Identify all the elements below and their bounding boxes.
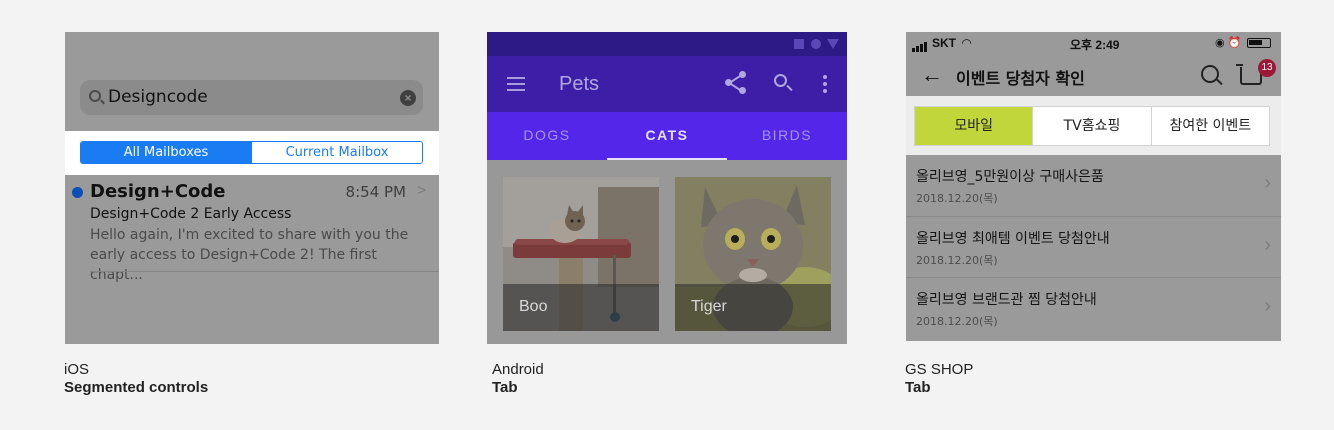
ios-caption: iOS Segmented controls (64, 361, 208, 397)
mail-preview-line: early access to Design+Code 2! The first… (90, 247, 377, 283)
tab-dogs[interactable]: DOGS (487, 112, 607, 160)
search-icon[interactable] (774, 74, 787, 87)
chevron-right-icon: › (1264, 295, 1271, 317)
caption-component: Tab (492, 379, 518, 396)
more-vert-icon[interactable] (823, 75, 827, 96)
mail-preview-line: Hello again, I'm excited to share with y… (90, 227, 409, 243)
gs-shop-screen: SKT ◠ 오후 2:49 ◉ ⏰ ← 이벤트 당첨자 확인 13 모바일 TV… (906, 32, 1281, 341)
caption-platform: GS SHOP (905, 361, 974, 378)
mail-preview: Hello again, I'm excited to share with y… (90, 225, 425, 285)
status-bar (487, 32, 847, 56)
tab-mobile[interactable]: 모바일 (915, 107, 1033, 145)
gs-caption: GS SHOP Tab (905, 361, 973, 397)
back-triangle-icon (827, 39, 839, 49)
mail-subject: Design+Code 2 Early Access (90, 206, 292, 222)
caption-platform: iOS (64, 361, 90, 378)
menu-icon[interactable] (507, 77, 525, 91)
tab-bar: DOGS CATS BIRDS (487, 112, 847, 160)
app-bar: Pets (487, 56, 847, 112)
tab-birds[interactable]: BIRDS (727, 112, 847, 160)
list-item[interactable]: 올리브영 브랜드관 찜 당첨안내 2018.12.20(목) › (906, 277, 1281, 338)
segmented-control-bar: All Mailboxes Current Mailbox (65, 131, 439, 175)
back-arrow-icon[interactable]: ← (921, 64, 943, 86)
card-label: Tiger (675, 284, 831, 331)
home-icon (811, 39, 821, 49)
card-title: Tiger (691, 298, 727, 315)
chevron-right-icon: › (1264, 172, 1271, 194)
list-item[interactable]: 올리브영_5만원이상 구매사은품 2018.12.20(목) › (906, 155, 1281, 216)
caption-component: Segmented controls (64, 379, 209, 396)
chevron-right-icon: > (417, 182, 426, 199)
event-title: 올리브영 브랜드관 찜 당첨안내 (916, 292, 1097, 308)
battery-icon (1247, 38, 1271, 48)
event-title: 올리브영_5만원이상 구매사은품 (916, 169, 1104, 185)
status-bar: SKT ◠ 오후 2:49 ◉ ⏰ (906, 36, 1281, 52)
mail-time: 8:54 PM (345, 183, 406, 201)
event-date: 2018.12.20(목) (916, 254, 998, 267)
tab-area: 모바일 TV홈쇼핑 참여한 이벤트 (906, 96, 1281, 155)
caption-component: Tab (905, 379, 931, 396)
ios-mail-screen: Designcode × All Mailboxes Current Mailb… (65, 32, 439, 344)
clear-icon[interactable]: × (400, 90, 416, 106)
share-icon[interactable] (725, 71, 747, 95)
tab-bar: 모바일 TV홈쇼핑 참여한 이벤트 (914, 106, 1270, 146)
card-title: Boo (519, 298, 548, 315)
tab-joined-events[interactable]: 참여한 이벤트 (1150, 107, 1269, 145)
android-pets-screen: Pets DOGS CATS BIRDS Boo Tiger (487, 32, 847, 344)
pet-card-boo[interactable]: Boo (503, 177, 659, 331)
event-date: 2018.12.20(목) (916, 192, 998, 205)
chevron-right-icon: › (1264, 234, 1271, 256)
divider (90, 271, 439, 272)
card-label: Boo (503, 284, 659, 331)
pet-card-tiger[interactable]: Tiger (675, 177, 831, 331)
event-title: 올리브영 최애템 이벤트 당첨안내 (916, 231, 1110, 247)
search-value: Designcode (108, 87, 208, 107)
alarm-icon: ◉ ⏰ (1215, 37, 1242, 49)
caption-platform: Android (492, 361, 544, 378)
list-item[interactable]: 올리브영 최애템 이벤트 당첨안내 2018.12.20(목) › (906, 216, 1281, 277)
search-icon (89, 90, 101, 102)
page-title: 이벤트 당첨자 확인 (956, 69, 1085, 88)
tab-tv-shopping[interactable]: TV홈쇼핑 (1032, 107, 1150, 145)
cart-count-badge: 13 (1258, 59, 1276, 77)
android-caption: Android Tab (492, 361, 544, 397)
search-input[interactable]: Designcode × (80, 80, 423, 115)
recent-icon (794, 39, 804, 49)
segment-all-mailboxes[interactable]: All Mailboxes (81, 142, 251, 163)
app-title: Pets (559, 73, 600, 95)
tab-cats[interactable]: CATS (607, 112, 727, 160)
segment-current-mailbox[interactable]: Current Mailbox (251, 142, 422, 163)
search-icon[interactable] (1201, 65, 1219, 83)
carrier-label: SKT (932, 36, 956, 50)
signal-icon (912, 38, 928, 52)
segmented-control: All Mailboxes Current Mailbox (80, 141, 423, 164)
clock: 오후 2:49 (1070, 38, 1120, 52)
header: SKT ◠ 오후 2:49 ◉ ⏰ ← 이벤트 당첨자 확인 13 (906, 32, 1281, 96)
mail-sender: Design+Code (90, 181, 226, 202)
wifi-icon: ◠ (962, 36, 972, 50)
event-date: 2018.12.20(목) (916, 315, 998, 328)
unread-dot-icon (72, 187, 83, 198)
